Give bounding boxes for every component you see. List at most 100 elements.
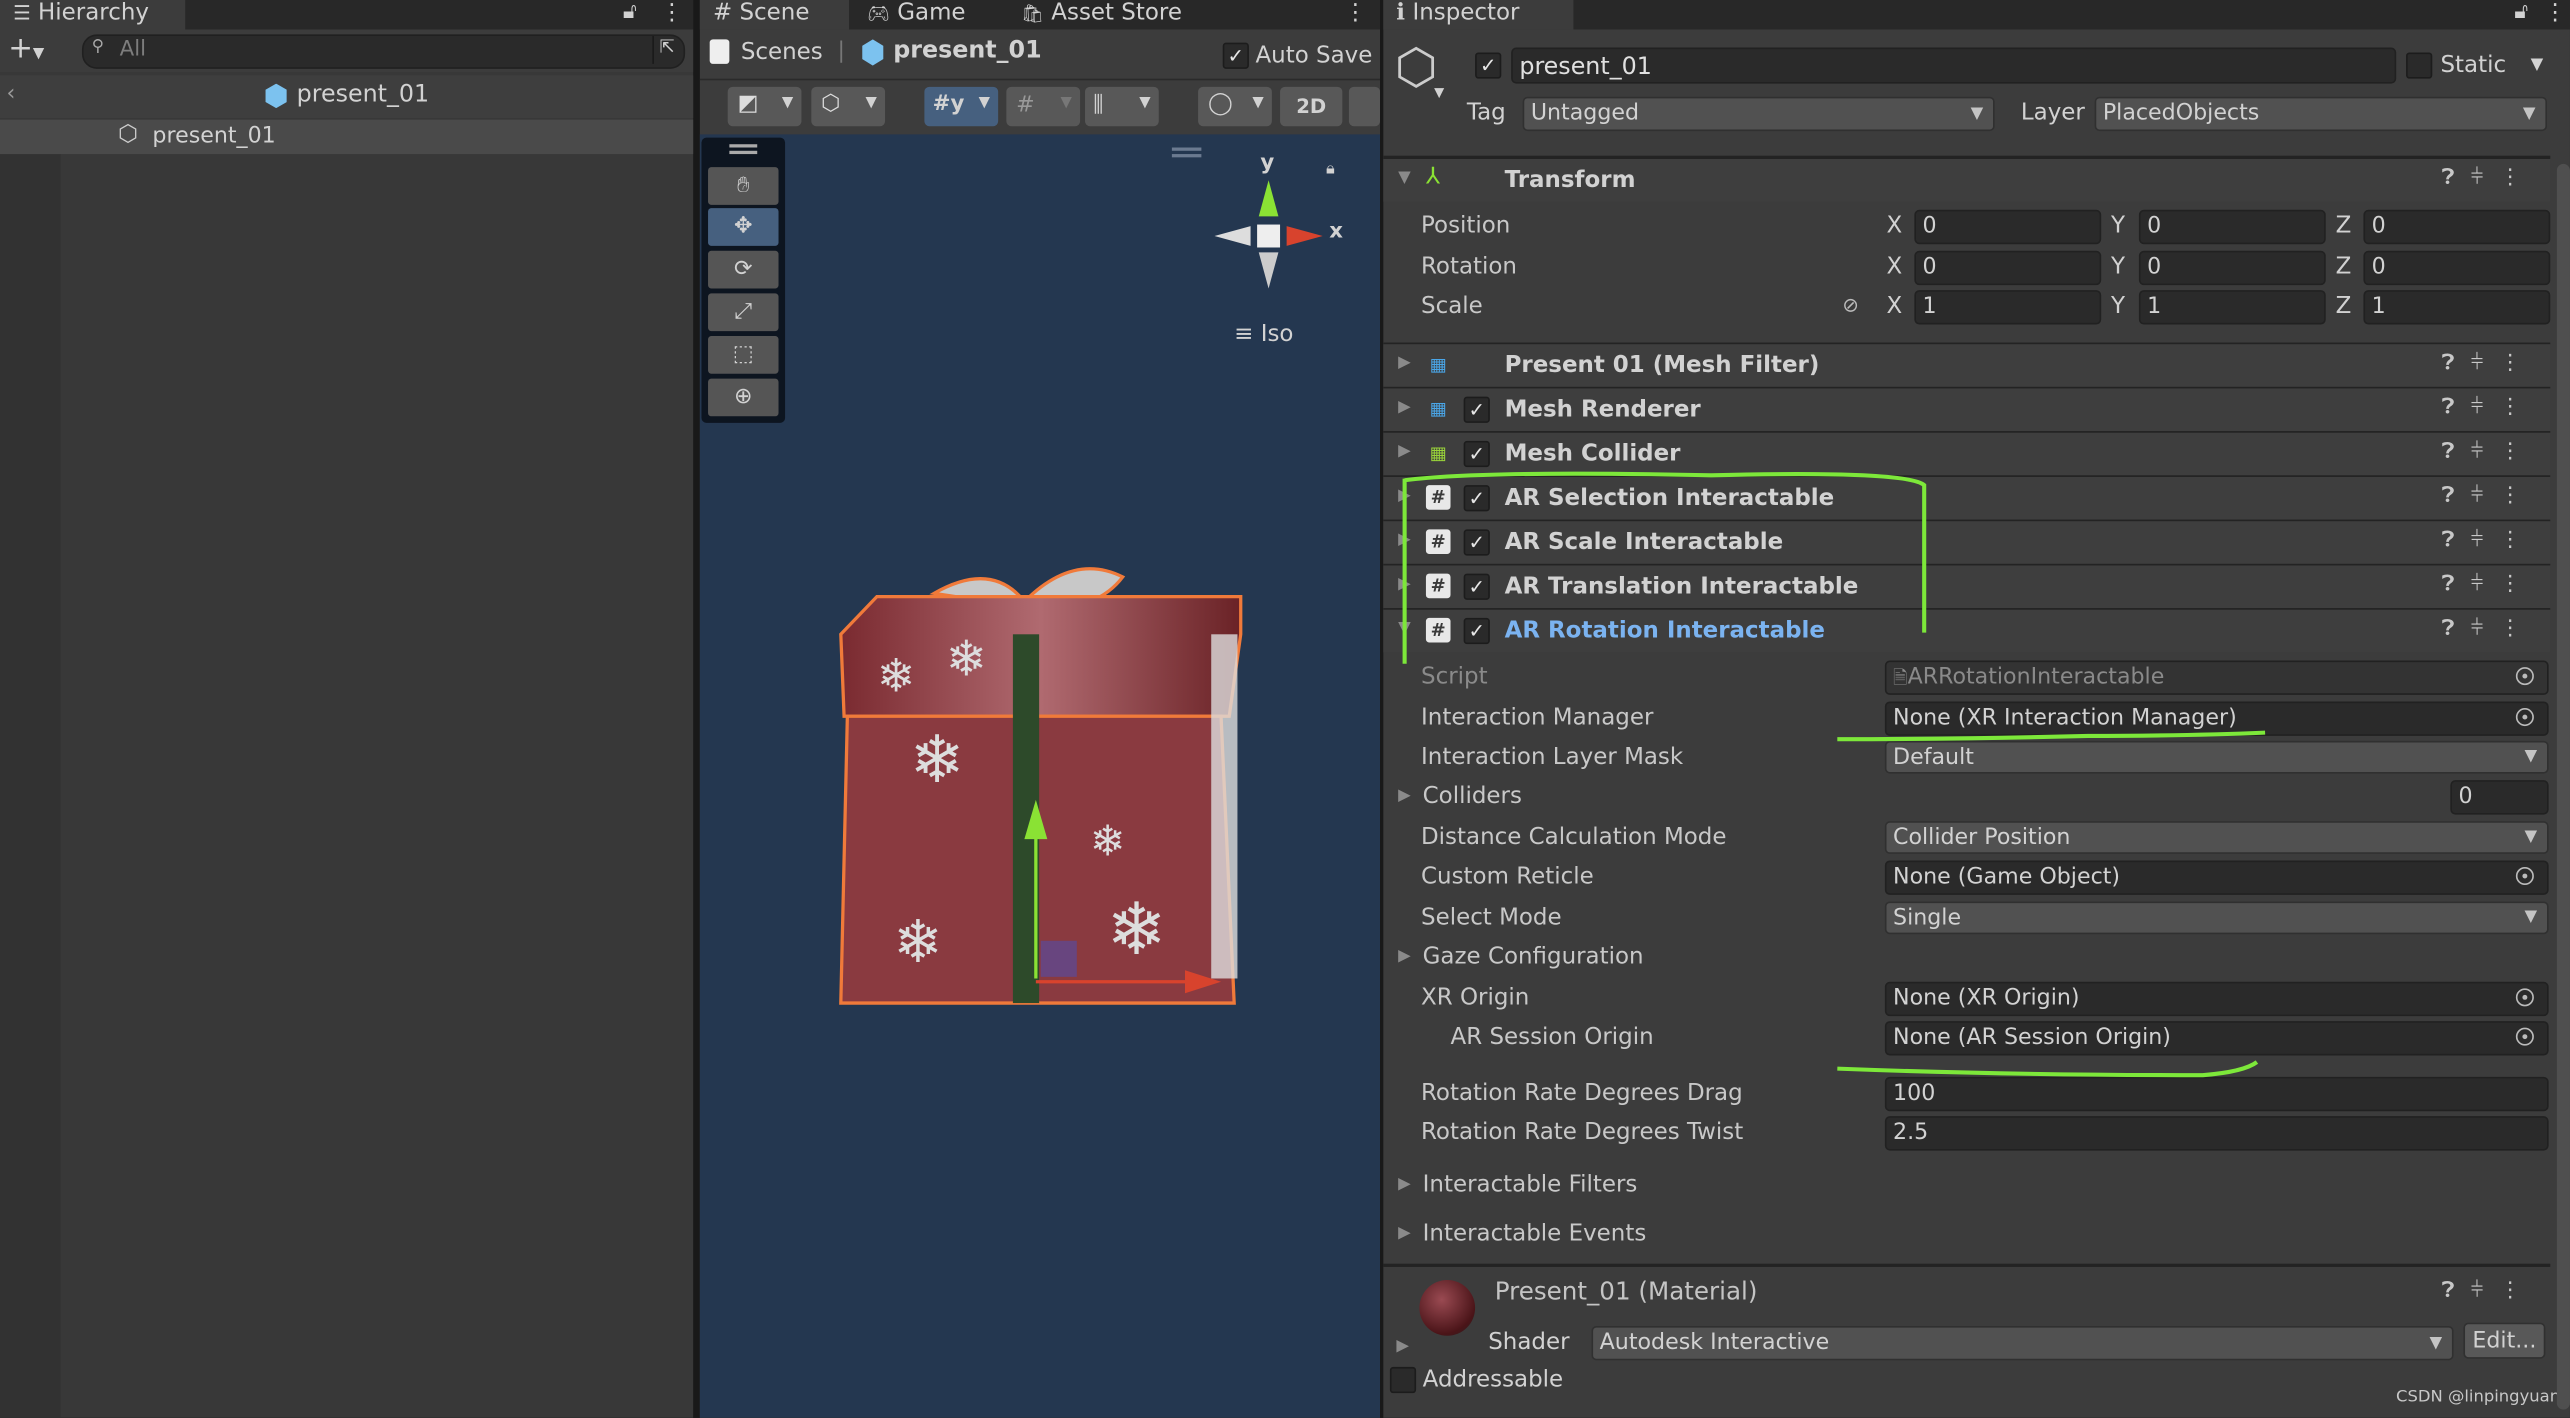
ar-session-origin-object-field[interactable]: None (AR Session Origin) bbox=[1884, 1021, 2549, 1056]
move-gizmo-plane-handle[interactable] bbox=[1040, 940, 1077, 977]
object-picker-icon[interactable] bbox=[2515, 667, 2534, 686]
object-picker-icon[interactable] bbox=[2515, 988, 2534, 1007]
constrain-proportions-icon[interactable]: ⊘ bbox=[1842, 293, 1858, 316]
component-actions[interactable]: ❓︎⫩⋮ bbox=[2442, 484, 2538, 509]
rotation-x-field[interactable]: 0 bbox=[1914, 249, 2102, 285]
component-header-present-01-mesh-filter[interactable]: ▶ ▦ Present 01 (Mesh Filter) ❓︎⫩⋮ bbox=[1383, 342, 2551, 387]
component-actions[interactable]: ❓︎⫩⋮ bbox=[2442, 1278, 2538, 1303]
grid-toggle-button[interactable]: #y ▼ bbox=[924, 86, 999, 127]
component-enabled-checkbox[interactable]: ✓ bbox=[1463, 573, 1490, 600]
help-icon[interactable]: ❓︎ bbox=[2442, 616, 2471, 641]
select-mode-dropdown[interactable]: Single ▼ bbox=[1884, 901, 2549, 935]
rotation-rate-degrees-twist-field[interactable]: 2.5 bbox=[1884, 1116, 2549, 1151]
axis-label-y[interactable]: Y bbox=[2111, 293, 2125, 319]
gizmo-lock-icon[interactable]: 🔒︎ bbox=[1326, 161, 1335, 179]
position-z-field[interactable]: 0 bbox=[2363, 209, 2551, 245]
component-actions[interactable]: ❓︎⫩⋮ bbox=[2442, 528, 2538, 553]
position-x-field[interactable]: 0 bbox=[1914, 209, 2102, 245]
axis-label-z[interactable]: Z bbox=[2336, 253, 2352, 279]
colliders-count-field[interactable]: 0 bbox=[2450, 780, 2549, 815]
component-enabled-checkbox[interactable]: ✓ bbox=[1463, 396, 1490, 423]
object-picker-icon[interactable] bbox=[2515, 708, 2534, 727]
component-header-transform[interactable]: ▼ ⅄ Transform ❓︎⫩⋮ bbox=[1383, 155, 2551, 202]
component-header-mesh-collider[interactable]: ▶ ▦ ✓ Mesh Collider ❓︎⫩⋮ bbox=[1383, 431, 2551, 476]
gizmo-neg-y-arrow[interactable] bbox=[1258, 252, 1279, 289]
render-mode-dropdown[interactable]: ⬡ ▼ bbox=[811, 86, 886, 127]
component-actions[interactable]: ❓︎⫩⋮ bbox=[2442, 395, 2538, 420]
rotation-rate-degrees-drag-field[interactable]: 100 bbox=[1884, 1076, 2549, 1112]
more-menu-icon[interactable]: ⋮ bbox=[2499, 439, 2537, 464]
property-label[interactable]: Interactable Filters bbox=[1423, 1172, 1638, 1198]
foldout-arrow[interactable]: ▶ bbox=[1398, 947, 1411, 965]
foldout-arrow[interactable]: ▶ bbox=[1398, 487, 1411, 505]
scale-x-field[interactable]: 1 bbox=[1914, 290, 2102, 325]
presets-icon[interactable]: ⫩ bbox=[2471, 395, 2500, 420]
presets-icon[interactable]: ⫩ bbox=[2471, 439, 2500, 464]
presets-icon[interactable]: ⫩ bbox=[2471, 351, 2500, 376]
component-enabled-checkbox[interactable]: ✓ bbox=[1463, 529, 1490, 556]
tab-game[interactable]: 🎮︎ Game bbox=[854, 0, 979, 30]
foldout-arrow[interactable]: ▶ bbox=[1398, 398, 1411, 416]
axis-label-z[interactable]: Z bbox=[2336, 293, 2352, 319]
component-actions[interactable]: ❓︎⫩⋮ bbox=[2442, 351, 2538, 376]
foldout-arrow[interactable]: ▼ bbox=[1398, 620, 1411, 638]
hierarchy-item[interactable]: ⬡ present_01 bbox=[0, 119, 694, 155]
component-header-mesh-renderer[interactable]: ▶ ▦ ✓ Mesh Renderer ❓︎⫩⋮ bbox=[1383, 386, 2551, 432]
edit-shader-button[interactable]: Edit... bbox=[2463, 1322, 2546, 1359]
more-menu-icon[interactable]: ⋮ bbox=[2499, 484, 2537, 509]
more-menu-icon[interactable]: ⋮ bbox=[1344, 0, 1367, 26]
foldout-arrow[interactable]: ▶ bbox=[1398, 354, 1411, 372]
component-actions[interactable]: ❓︎⫩⋮ bbox=[2442, 616, 2538, 641]
object-picker-icon[interactable] bbox=[2515, 1027, 2534, 1046]
more-menu-icon[interactable]: ⋮ bbox=[2499, 351, 2537, 376]
foldout-arrow[interactable]: ▶ bbox=[1398, 1175, 1411, 1193]
rotation-y-field[interactable]: 0 bbox=[2138, 249, 2326, 285]
shading-dropdown[interactable]: ◯ ▼ bbox=[1198, 86, 1272, 127]
foldout-arrow[interactable]: ▼ bbox=[1398, 169, 1411, 187]
breadcrumb-scenes[interactable]: Scenes bbox=[741, 39, 823, 65]
property-label[interactable]: Gaze Configuration bbox=[1423, 944, 1644, 970]
component-enabled-checkbox[interactable]: ✓ bbox=[1463, 617, 1490, 645]
foldout-arrow[interactable]: ▶ bbox=[1398, 1224, 1411, 1242]
rect-tool-button[interactable]: ⬚ bbox=[708, 335, 779, 374]
foldout-arrow[interactable]: ▶ bbox=[1398, 787, 1411, 805]
gizmo-neg-x-arrow[interactable] bbox=[1214, 226, 1251, 246]
draw-mode-dropdown[interactable]: ◩ ▼ bbox=[727, 86, 802, 127]
axis-label-z[interactable]: Z bbox=[2336, 213, 2352, 239]
scale-z-field[interactable]: 1 bbox=[2363, 290, 2551, 325]
interaction-manager-object-field[interactable]: None (XR Interaction Manager) bbox=[1884, 701, 2549, 736]
axis-label-y[interactable]: Y bbox=[2111, 213, 2125, 239]
gizmo-x-arrow[interactable] bbox=[1286, 226, 1323, 246]
more-menu-icon[interactable]: ⋮ bbox=[2499, 395, 2537, 420]
help-icon[interactable]: ❓︎ bbox=[2442, 439, 2471, 464]
property-label[interactable]: Colliders bbox=[1423, 783, 1522, 809]
more-menu-icon[interactable]: ⋮ bbox=[2499, 572, 2537, 597]
custom-reticle-object-field[interactable]: None (Game Object) bbox=[1884, 860, 2549, 895]
projection-toggle[interactable]: ≡ Iso bbox=[1234, 321, 1293, 347]
axis-label-x[interactable]: X bbox=[1886, 293, 1902, 319]
distance-calculation-mode-dropdown[interactable]: Collider Position ▼ bbox=[1884, 821, 2549, 854]
help-icon[interactable]: ❓︎ bbox=[2442, 484, 2471, 509]
more-menu-icon[interactable]: ⋮ bbox=[2499, 616, 2537, 641]
foldout-arrow[interactable]: ▶ bbox=[1396, 1337, 1409, 1355]
add-button[interactable]: +▼ bbox=[8, 31, 44, 65]
position-y-field[interactable]: 0 bbox=[2138, 209, 2326, 245]
component-actions[interactable]: ❓︎⫩⋮ bbox=[2442, 439, 2538, 464]
component-enabled-checkbox[interactable]: ✓ bbox=[1463, 440, 1490, 468]
scale-tool-button[interactable]: ⤢ bbox=[708, 293, 779, 332]
snap-dropdown[interactable]: # ▼ bbox=[1006, 86, 1081, 127]
scene-viewport[interactable]: ✋︎ ✥ ⟳ ⤢ ⬚ ⊕ y x 🔒︎ ≡ Iso ❄ ❄ ❄ ❄ ❄ ❄ bbox=[699, 134, 1381, 1418]
component-actions[interactable]: ❓︎⫩⋮ bbox=[2442, 572, 2538, 597]
breadcrumb-prefab[interactable]: present_01 bbox=[893, 38, 1041, 64]
help-icon[interactable]: ❓︎ bbox=[2442, 572, 2471, 597]
increment-snap-dropdown[interactable]: ⫼ ▼ bbox=[1085, 86, 1159, 127]
presets-icon[interactable]: ⫩ bbox=[2471, 616, 2500, 641]
rotate-tool-button[interactable]: ⟳ bbox=[708, 250, 779, 289]
component-header-ar-selection-interactable[interactable]: ▶ # ✓ AR Selection Interactable ❓︎⫩⋮ bbox=[1383, 475, 2551, 520]
scene-search-icon[interactable]: ⇱ bbox=[652, 36, 680, 64]
overlay-handle[interactable] bbox=[1171, 147, 1202, 151]
tab-asset-store[interactable]: 🛍︎ Asset Store bbox=[1008, 0, 1195, 30]
axis-label-x[interactable]: X bbox=[1886, 213, 1902, 239]
foldout-arrow[interactable]: ▶ bbox=[1398, 443, 1411, 461]
gizmo-center-cube[interactable] bbox=[1257, 224, 1281, 248]
